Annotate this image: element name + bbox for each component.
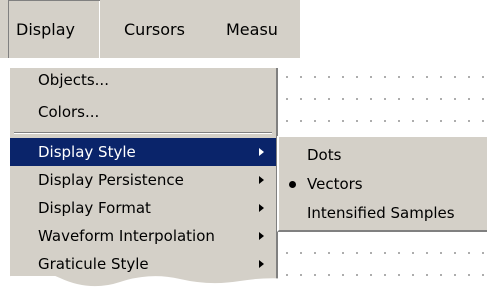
submenu-item-vectors[interactable]: Vectors [279,170,487,198]
menu-item-display-style[interactable]: Display Style [10,138,276,166]
menu-item-display-persistence[interactable]: Display Persistence [10,166,276,194]
menu-item-label: Display Style [38,143,136,161]
menu-item-label: Waveform Interpolation [38,227,215,245]
menu-display[interactable]: Display [8,0,100,60]
menu-cursors[interactable]: Cursors [124,0,185,60]
submenu-arrow-icon [259,204,264,212]
submenu-item-dots[interactable]: Dots [279,141,487,169]
menu-measure[interactable]: Measu [226,0,300,60]
menu-item-label: Colors... [38,103,100,121]
menu-bar: Display Cursors Measu [0,0,300,60]
submenu-item-label: Vectors [307,175,363,193]
menu-item-label: Objects... [38,71,109,89]
menu-item-waveform-interpolation[interactable]: Waveform Interpolation [10,222,276,250]
menu-item-label: Graticule Style [38,255,149,273]
display-dropdown-menu: Objects... Colors... Display Style Displ… [8,66,278,289]
menu-item-colors[interactable]: Colors... [10,98,276,126]
submenu-item-label: Intensified Samples [307,204,455,222]
radio-bullet-icon [289,181,296,188]
menu-item-label: Display Persistence [38,171,184,189]
submenu-arrow-icon [259,176,264,184]
menu-item-graticule-style[interactable]: Graticule Style [10,250,276,278]
submenu-arrow-icon [259,260,264,268]
menu-item-objects[interactable]: Objects... [10,66,276,94]
torn-edge-top [0,58,300,68]
torn-edge-bottom [0,276,300,289]
submenu-arrow-icon [259,232,264,240]
submenu-item-intensified-samples[interactable]: Intensified Samples [279,199,487,227]
menu-item-display-format[interactable]: Display Format [10,194,276,222]
submenu-arrow-icon [259,148,264,156]
menu-item-label: Display Format [38,199,151,217]
display-style-submenu: Dots Vectors Intensified Samples [277,136,487,232]
submenu-item-label: Dots [307,146,342,164]
menu-separator [14,132,272,134]
